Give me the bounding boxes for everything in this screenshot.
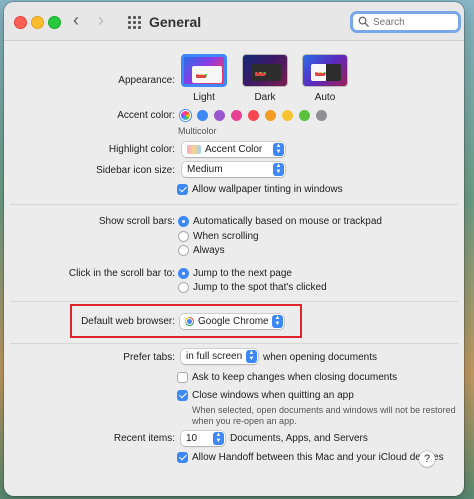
handoff-label: Allow Handoff between this Mac and your … — [192, 452, 444, 463]
close-windows-checkbox[interactable] — [177, 390, 188, 401]
highlight-color-popup[interactable]: Accent Color ▲ ▼ — [182, 142, 285, 157]
prefer-tabs-label: Prefer tabs: — [123, 352, 175, 363]
help-button[interactable]: ? — [419, 451, 435, 467]
accent-swatch-graphite[interactable] — [316, 110, 327, 121]
appearance-label: Appearance: — [118, 75, 175, 86]
window-title: General — [149, 14, 202, 30]
recent-items-value: 10 — [186, 433, 198, 444]
scroll-bars-auto-radio[interactable] — [178, 216, 189, 227]
section-divider — [10, 204, 458, 205]
popup-chevron-icon: ▲ ▼ — [213, 432, 224, 445]
popup-chevron-icon: ▲ ▼ — [246, 350, 257, 363]
appearance-auto-option[interactable] — [302, 54, 348, 87]
section-divider — [10, 301, 458, 302]
scroll-bars-auto-label: Automatically based on mouse or trackpad — [193, 216, 382, 227]
ask-keep-changes-label: Ask to keep changes when closing documen… — [192, 372, 398, 383]
highlight-color-value: Accent Color — [205, 144, 263, 155]
highlight-color-preview — [187, 145, 201, 154]
section-divider — [10, 343, 458, 344]
scroll-bars-when-scrolling-label: When scrolling — [193, 231, 259, 242]
close-windows-note-line2: when you re-open an app. — [192, 416, 297, 426]
show-all-grid-icon[interactable] — [128, 16, 141, 29]
prefer-tabs-suffix: when opening documents — [263, 352, 377, 363]
accent-swatch-blue[interactable] — [197, 110, 208, 121]
scroll-bars-always-label: Always — [193, 245, 225, 256]
accent-color-label: Accent color: — [117, 110, 175, 121]
accent-swatch-orange[interactable] — [265, 110, 276, 121]
appearance-light-caption: Light — [193, 92, 215, 103]
recent-items-label: Recent items: — [113, 433, 175, 444]
accent-swatch-purple[interactable] — [214, 110, 225, 121]
chrome-icon — [185, 317, 194, 326]
minimize-window-button[interactable] — [31, 16, 44, 29]
appearance-dark-option[interactable] — [242, 54, 288, 87]
popup-chevron-icon: ▲ ▼ — [273, 163, 284, 176]
accent-selected-name: Multicolor — [178, 126, 217, 136]
prefer-tabs-value: in full screen — [186, 351, 243, 362]
appearance-auto-caption: Auto — [314, 92, 336, 103]
wallpaper-tinting-label: Allow wallpaper tinting in windows — [192, 184, 343, 195]
scroll-bars-always-radio[interactable] — [178, 245, 189, 256]
accent-swatch-green[interactable] — [299, 110, 310, 121]
prefer-tabs-popup[interactable]: in full screen ▲ ▼ — [181, 349, 258, 364]
sidebar-icon-size-value: Medium — [187, 164, 223, 175]
scroll-click-spot-label: Jump to the spot that's clicked — [193, 282, 327, 293]
appearance-dark-caption: Dark — [254, 92, 276, 103]
appearance-auto-preview — [311, 64, 341, 81]
accent-swatch-red[interactable] — [248, 110, 259, 121]
system-preferences-window: ‹ › General Appearance: — [4, 2, 464, 496]
search-field[interactable] — [350, 11, 461, 33]
accent-swatch-pink[interactable] — [231, 110, 242, 121]
forward-arrow-icon[interactable]: › — [98, 11, 104, 29]
handoff-checkbox[interactable] — [177, 452, 188, 463]
scroll-bars-when-scrolling-radio[interactable] — [178, 231, 189, 242]
recent-items-popup[interactable]: 10 ▲ ▼ — [181, 431, 225, 446]
scroll-click-next-page-radio[interactable] — [178, 268, 189, 279]
search-input[interactable] — [373, 15, 453, 29]
popup-chevron-icon: ▲ ▼ — [273, 143, 284, 156]
close-windows-note-line1: When selected, open documents and window… — [192, 405, 456, 415]
search-icon — [358, 16, 369, 27]
sidebar-icon-size-popup[interactable]: Medium ▲ ▼ — [182, 162, 285, 177]
highlight-color-label: Highlight color: — [108, 144, 175, 155]
appearance-light-option[interactable] — [181, 54, 227, 87]
accent-swatch-multicolor[interactable] — [180, 110, 191, 121]
scroll-click-next-page-label: Jump to the next page — [193, 268, 292, 279]
title-bar: ‹ › General — [4, 2, 464, 41]
popup-chevron-icon: ▲ ▼ — [272, 315, 283, 328]
scroll-bars-label: Show scroll bars: — [98, 216, 175, 227]
zoom-window-button[interactable] — [48, 16, 61, 29]
close-windows-label: Close windows when quitting an app — [192, 390, 354, 401]
accent-swatch-yellow[interactable] — [282, 110, 293, 121]
default-browser-value: Google Chrome — [198, 316, 269, 327]
back-arrow-icon[interactable]: ‹ — [73, 11, 79, 29]
ask-keep-changes-checkbox[interactable] — [177, 372, 188, 383]
appearance-light-preview — [192, 66, 222, 83]
wallpaper-tinting-checkbox[interactable] — [177, 184, 188, 195]
recent-items-suffix: Documents, Apps, and Servers — [230, 433, 368, 444]
default-browser-label: Default web browser: — [81, 316, 175, 327]
close-window-button[interactable] — [14, 16, 27, 29]
default-browser-popup[interactable]: Google Chrome ▲ ▼ — [180, 314, 284, 329]
appearance-dark-preview — [251, 64, 281, 81]
sidebar-icon-size-label: Sidebar icon size: — [96, 165, 175, 176]
scroll-click-label: Click in the scroll bar to: — [68, 268, 175, 279]
scroll-click-spot-radio[interactable] — [178, 282, 189, 293]
